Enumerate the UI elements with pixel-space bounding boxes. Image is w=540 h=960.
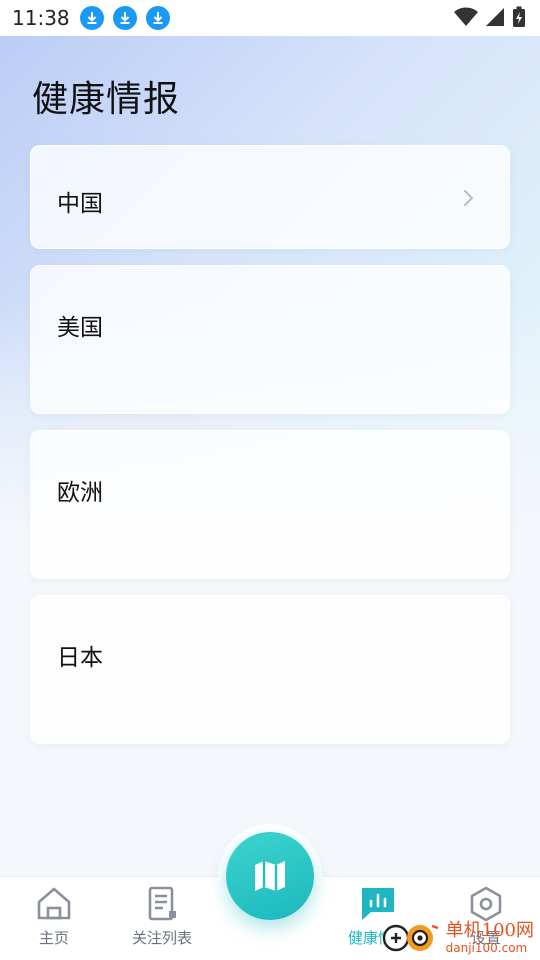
battery-charging-icon	[513, 6, 525, 27]
region-card-japan[interactable]: 日本	[30, 595, 510, 744]
status-time: 11:38	[12, 6, 70, 30]
page-title: 健康情报	[32, 79, 181, 120]
chevron-right-icon	[463, 188, 475, 212]
nav-label: 主页	[38, 929, 69, 947]
region-card-china[interactable]: 中国	[30, 145, 510, 249]
signal-icon	[486, 8, 504, 26]
settings-icon	[470, 886, 502, 922]
region-label: 欧洲	[57, 480, 103, 506]
wifi-icon	[454, 7, 478, 26]
watermark-emblem-icon	[382, 924, 439, 952]
nav-item-home[interactable]: 主页	[0, 885, 108, 955]
region-card-europe[interactable]: 欧洲	[30, 430, 510, 579]
screen: 11:38 健康情报 中国 美国 欧洲 日本 主页 关注列表 健康情报 设置 单…	[0, 0, 540, 960]
region-label: 美国	[57, 315, 103, 341]
list-icon	[148, 886, 176, 921]
watermark-cn: 单机100网	[445, 920, 534, 941]
chart-icon	[362, 888, 394, 920]
watermark-text: 单机100网 danji100.com	[445, 920, 534, 955]
download-icon	[112, 6, 137, 30]
region-card-usa[interactable]: 美国	[30, 265, 510, 414]
download-icon	[79, 6, 104, 30]
map-fab-button[interactable]	[226, 832, 314, 920]
region-label: 中国	[57, 191, 103, 217]
watermark-logo: 单机100网 danji100.com	[382, 920, 534, 956]
download-icon	[145, 6, 170, 30]
region-label: 日本	[57, 645, 103, 671]
home-icon	[37, 887, 71, 920]
nav-item-watchlist[interactable]: 关注列表	[108, 885, 216, 955]
status-icons	[454, 6, 526, 28]
nav-label: 关注列表	[131, 929, 192, 947]
status-bar: 11:38	[0, 0, 540, 36]
map-icon	[255, 861, 285, 891]
watermark-en: danji100.com	[445, 941, 528, 955]
